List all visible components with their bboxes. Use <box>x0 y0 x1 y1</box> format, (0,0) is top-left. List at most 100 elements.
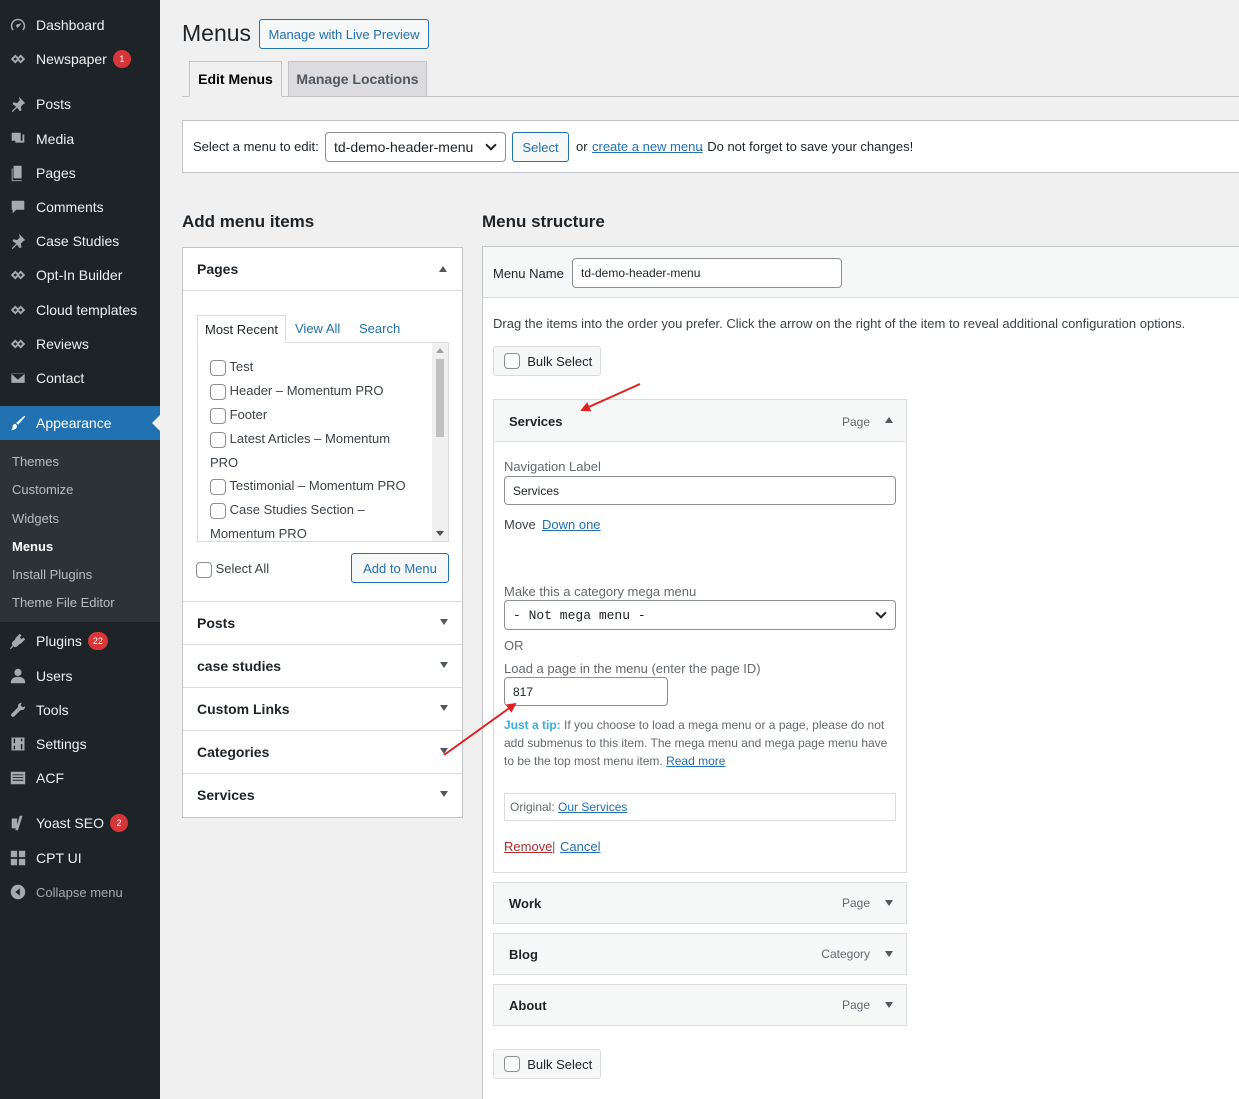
mega-menu-select[interactable]: - Not mega menu - <box>504 600 896 630</box>
select-button[interactable]: Select <box>512 132 569 162</box>
original-page-link[interactable]: Our Services <box>558 800 627 814</box>
menu-item-work[interactable]: Work Page <box>493 882 907 924</box>
sidebar-item-cloud-templates[interactable]: Cloud templates <box>0 293 160 327</box>
checkbox[interactable] <box>210 383 226 400</box>
sidebar-item-case-studies[interactable]: Case Studies <box>0 224 160 258</box>
scrollbar-thumb[interactable] <box>436 359 444 437</box>
chevron-down-icon[interactable] <box>885 900 893 906</box>
manage-live-preview-button[interactable]: Manage with Live Preview <box>259 19 429 49</box>
sidebar-item-label: Pages <box>36 165 76 181</box>
accordion-services[interactable]: Services <box>183 773 462 816</box>
accordion-custom-links[interactable]: Custom Links <box>183 687 462 730</box>
move-label: Move <box>504 517 536 532</box>
checkbox[interactable] <box>210 407 226 424</box>
page-option[interactable]: Test <box>210 359 253 376</box>
submenu-item-widgets[interactable]: Widgets <box>12 511 59 526</box>
read-more-link[interactable]: Read more <box>666 754 725 768</box>
sidebar-item-label: Appearance <box>36 415 112 431</box>
sidebar-item-reviews[interactable]: Reviews <box>0 327 160 361</box>
menu-item-blog[interactable]: Blog Category <box>493 933 907 975</box>
create-new-menu-link[interactable]: create a new menu <box>592 139 703 154</box>
menu-item-handle[interactable]: Services Page <box>494 400 906 442</box>
pages-accordion-header[interactable]: Pages <box>183 248 462 291</box>
checkbox[interactable] <box>210 431 226 448</box>
checkbox[interactable] <box>196 561 212 578</box>
update-count-badge: 2 <box>109 814 128 832</box>
sidebar-item-newspaper[interactable]: Newspaper 1 <box>0 42 160 76</box>
tab-manage-locations[interactable]: Manage Locations <box>288 61 427 97</box>
submenu-item-install-plugins[interactable]: Install Plugins <box>12 567 92 582</box>
cancel-link[interactable]: Cancel <box>560 839 600 854</box>
sidebar-item-pages[interactable]: Pages <box>0 156 160 190</box>
sidebar-item-opt-in-builder[interactable]: Opt-In Builder <box>0 258 160 292</box>
subtab-search[interactable]: Search <box>359 321 400 336</box>
sidebar-item-media[interactable]: Media <box>0 122 160 156</box>
menu-item-about[interactable]: About Page <box>493 984 907 1026</box>
chevron-up-icon[interactable] <box>885 417 893 423</box>
menu-name-input[interactable]: td-demo-header-menu <box>572 258 842 288</box>
sidebar-item-cpt-ui[interactable]: CPT UI <box>0 841 160 875</box>
grid-icon <box>0 849 36 867</box>
sidebar-item-comments[interactable]: Comments <box>0 190 160 224</box>
diamond-icon <box>0 266 36 284</box>
accordion-case-studies[interactable]: case studies <box>183 644 462 687</box>
subtab-view-all[interactable]: View All <box>295 321 340 336</box>
collapse-menu-button[interactable]: Collapse menu <box>0 875 160 909</box>
sidebar-item-dashboard[interactable]: Dashboard <box>0 8 160 42</box>
page-option[interactable]: Latest Articles – Momentum <box>210 431 390 448</box>
subtab-most-recent[interactable]: Most Recent <box>197 315 286 343</box>
sidebar-item-label: Cloud templates <box>36 302 138 318</box>
sidebar-item-users[interactable]: Users <box>0 659 160 693</box>
move-down-one-link[interactable]: Down one <box>542 517 601 532</box>
menu-item-type: Page <box>841 998 870 1012</box>
submenu-item-theme-file-editor[interactable]: Theme File Editor <box>12 595 115 610</box>
page-option-label: Test <box>229 359 254 374</box>
accordion-posts[interactable]: Posts <box>183 601 462 644</box>
sidebar-item-label: Reviews <box>36 336 89 352</box>
page-option[interactable]: Header – Momentum PRO <box>210 383 384 400</box>
checkbox[interactable] <box>504 1056 520 1072</box>
sidebar-item-label: CPT UI <box>36 850 82 866</box>
sidebar-item-yoast-seo[interactable]: Yoast SEO 2 <box>0 806 160 840</box>
sidebar-item-plugins[interactable]: Plugins 22 <box>0 624 160 658</box>
page-id-input[interactable]: 817 <box>504 677 668 706</box>
scroll-down-icon[interactable] <box>436 531 444 536</box>
checkbox[interactable] <box>210 502 226 519</box>
submenu-item-menus[interactable]: Menus <box>12 539 53 554</box>
navigation-label-input[interactable]: Services <box>504 476 896 505</box>
sidebar-item-acf[interactable]: ACF <box>0 761 160 795</box>
remove-link[interactable]: Remove <box>504 839 552 854</box>
add-to-menu-button[interactable]: Add to Menu <box>351 553 449 583</box>
sidebar-item-settings[interactable]: Settings <box>0 727 160 761</box>
page-option[interactable]: Case Studies Section – <box>210 502 365 519</box>
submenu-item-themes[interactable]: Themes <box>12 454 59 469</box>
mega-menu-value: - Not mega menu - <box>513 607 646 623</box>
checkbox[interactable] <box>210 478 226 495</box>
accordion-categories[interactable]: Categories <box>183 730 462 773</box>
menu-select-dropdown[interactable]: td-demo-header-menu <box>325 132 506 162</box>
chevron-down-icon[interactable] <box>885 1002 893 1008</box>
tip-label: Just a tip: <box>504 718 561 732</box>
select-all-option[interactable]: Select All <box>196 561 269 578</box>
menu-item-services-expanded: Services Page Navigation Label Services … <box>493 399 907 873</box>
checkbox[interactable] <box>504 353 520 369</box>
sidebar-item-appearance[interactable]: Appearance <box>0 406 160 440</box>
checkbox[interactable] <box>210 359 226 376</box>
sidebar-item-tools[interactable]: Tools <box>0 693 160 727</box>
sidebar-item-contact[interactable]: Contact <box>0 361 160 395</box>
tab-edit-menus[interactable]: Edit Menus <box>189 61 282 97</box>
chevron-down-icon[interactable] <box>885 951 893 957</box>
chevron-down-icon <box>875 607 887 619</box>
page-option[interactable]: Footer <box>210 407 267 424</box>
mega-menu-tip: Just a tip: If you choose to load a mega… <box>504 716 896 770</box>
media-icon <box>0 130 36 148</box>
sidebar-item-posts[interactable]: Posts <box>0 87 160 121</box>
page-option-label: Case Studies Section – <box>229 502 365 517</box>
scrollbar[interactable] <box>432 343 448 541</box>
submenu-item-customize[interactable]: Customize <box>12 482 73 497</box>
admin-sidebar: Dashboard Newspaper 1 Posts Media Pages … <box>0 0 160 1099</box>
scroll-up-icon[interactable] <box>436 348 444 353</box>
bulk-select-top[interactable]: Bulk Select <box>493 346 601 376</box>
bulk-select-bottom[interactable]: Bulk Select <box>493 1049 601 1079</box>
page-option[interactable]: Testimonial – Momentum PRO <box>210 478 406 495</box>
